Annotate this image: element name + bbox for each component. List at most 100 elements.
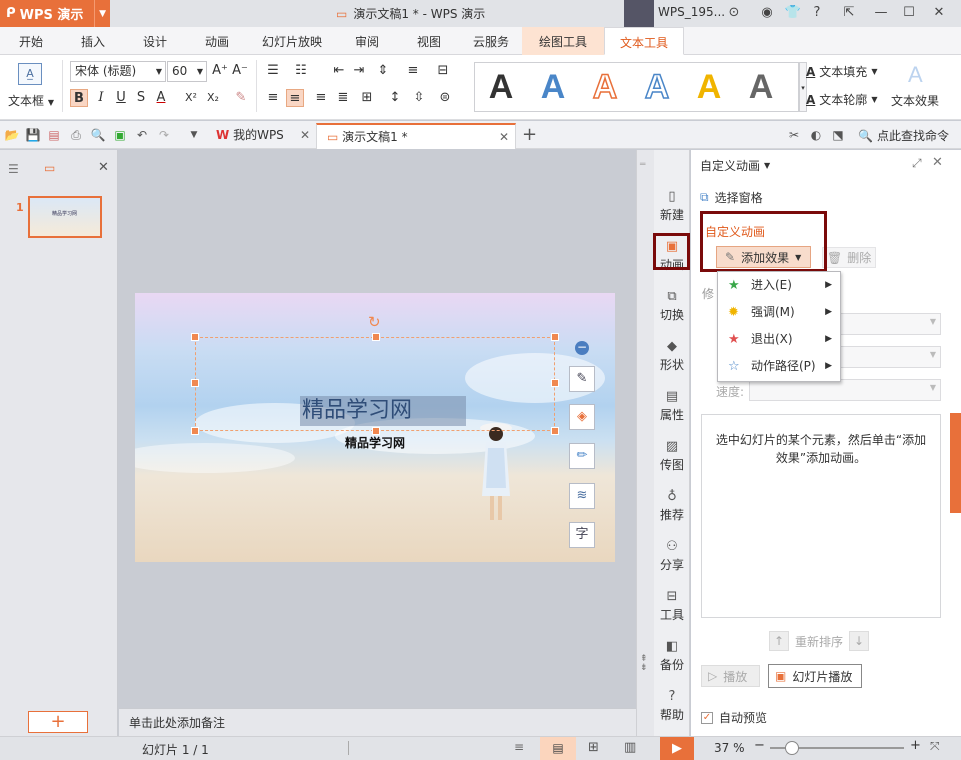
tool-icon-3[interactable]: ⬔ (830, 127, 846, 143)
notes-area[interactable]: 单击此处添加备注 (119, 708, 636, 736)
redo-icon[interactable]: ↷ (156, 127, 172, 143)
text-style-1[interactable]: A (481, 65, 521, 109)
slide-subtitle-text[interactable]: 精品学习网 (345, 434, 405, 451)
move-up-icon[interactable]: ↑ (769, 631, 789, 651)
line-spacing-icon[interactable]: ↕ (386, 89, 404, 107)
speed-select[interactable]: ▼ (749, 379, 941, 401)
paragraph-spacing-icon[interactable]: ⇳ (410, 89, 428, 107)
outline-icon[interactable]: ✏ (569, 443, 595, 469)
task-share[interactable]: ⚇ 分享 (654, 538, 690, 573)
shrink-font-icon[interactable]: A⁻ (231, 62, 249, 80)
close-tab-icon[interactable]: ✕ (499, 125, 509, 149)
new-tab-button[interactable]: + (522, 124, 537, 145)
task-properties[interactable]: ▤ 属性 (654, 388, 690, 423)
tool-icon-1[interactable]: ✂ (786, 127, 802, 143)
tab-slideshow[interactable]: 幻灯片放映 (256, 27, 328, 55)
notes-toggle-icon[interactable]: ≡ (514, 740, 524, 754)
tab-design[interactable]: 设计 (132, 27, 178, 55)
menu-entrance[interactable]: ★ 进入(E) ▶ (718, 272, 840, 299)
clear-format-icon[interactable]: ✎ (232, 89, 250, 107)
tab-review[interactable]: 审阅 (344, 27, 390, 55)
slides-view-icon[interactable]: ▭ (44, 161, 55, 175)
preview-icon[interactable]: 🔍 (90, 127, 106, 143)
minimize-icon[interactable]: — (872, 4, 890, 22)
animation-list[interactable]: 选中幻灯片的某个元素，然后单击“添加效果”添加动画。 (701, 414, 941, 618)
align-right-icon[interactable]: ≡ (312, 89, 330, 107)
task-transition[interactable]: ⧉ 切换 (654, 288, 690, 323)
doc-tab-presentation[interactable]: ▭ 演示文稿1 * ✕ (316, 123, 516, 149)
close-pane-icon[interactable]: ✕ (98, 160, 109, 175)
layers-icon[interactable]: ≋ (569, 483, 595, 509)
task-recommend[interactable]: ♁ 推荐 (654, 488, 690, 523)
normal-view-icon[interactable]: ▤ (540, 737, 576, 760)
slide-title-text[interactable]: 精品学习网 (300, 396, 466, 426)
align-text-icon[interactable]: ≡ (404, 62, 422, 80)
task-new[interactable]: ▯ 新建 (654, 188, 690, 223)
scroll-arrows-icon[interactable]: ⇞ ⇟ (640, 655, 648, 673)
task-upload-image[interactable]: ▨ 传图 (654, 438, 690, 473)
tab-cloud[interactable]: 云服务 (466, 27, 516, 55)
add-slide-button[interactable]: + (28, 711, 88, 733)
align-center-icon[interactable]: ≡ (286, 89, 304, 107)
grow-font-icon[interactable]: A⁺ (211, 62, 229, 80)
italic-button[interactable]: I (92, 89, 110, 107)
underline-button[interactable]: U (112, 89, 130, 107)
reading-view-icon[interactable]: ▥ (624, 740, 636, 755)
font-color-button[interactable]: A (152, 89, 170, 107)
subscript-button[interactable]: X₂ (204, 89, 222, 107)
open-icon[interactable]: 📂 (4, 127, 20, 143)
save-icon[interactable]: 💾 (25, 127, 41, 143)
strikethrough-button[interactable]: S (132, 89, 150, 107)
auto-preview-checkbox[interactable]: ✓ 自动预览 (701, 709, 767, 726)
user-name[interactable]: WPS_195... (658, 5, 725, 19)
paragraph-settings-icon[interactable]: ⊜ (436, 89, 454, 107)
slide-thumbnail[interactable]: 精品学习网 (28, 196, 102, 238)
numbering-icon[interactable]: ☷ (292, 62, 310, 80)
tab-view[interactable]: 视图 (406, 27, 452, 55)
edit-shape-icon[interactable]: ✎ (569, 366, 595, 392)
picture-icon[interactable]: ▣ (112, 127, 128, 143)
text-format-icon[interactable]: 字 (569, 522, 595, 548)
undock-icon[interactable]: ⤢ (912, 156, 922, 171)
align-left-icon[interactable]: ≡ (264, 89, 282, 107)
text-outline-button[interactable]: A 文本轮廓 ▼ (806, 91, 877, 108)
text-effect-icon[interactable]: A (908, 62, 923, 88)
fill-icon[interactable]: ◈ (569, 404, 595, 430)
task-shape[interactable]: ◆ 形状 (654, 338, 690, 373)
fullscreen-icon[interactable]: ⇱ (840, 4, 858, 22)
skin-icon[interactable]: ◉ (758, 4, 776, 22)
textbox-button[interactable]: 文本框 ▼ (8, 92, 54, 109)
distribute-icon[interactable]: ⊞ (358, 89, 376, 107)
close-tab-icon[interactable]: ✕ (300, 123, 310, 147)
fit-window-icon[interactable]: ⤧ (930, 739, 940, 754)
task-backup[interactable]: ◧ 备份 (654, 638, 690, 673)
wps-app-menu-button[interactable]: ᑭ WPS 演示 ▼ (0, 0, 110, 27)
font-name-select[interactable]: 宋体 (标题) ▼ (70, 61, 166, 82)
help-icon[interactable]: ? (808, 4, 826, 22)
task-tools[interactable]: ⊟ 工具 (654, 588, 690, 623)
text-fill-button[interactable]: A 文本填充 ▼ (806, 63, 877, 80)
tool-icon-2[interactable]: ◐ (808, 127, 824, 143)
zoom-slider-thumb[interactable] (785, 741, 799, 755)
splitter-strip[interactable] (636, 150, 654, 736)
tab-home[interactable]: 开始 (8, 27, 54, 55)
slideshow-button[interactable]: ▣ 幻灯片播放 (768, 664, 862, 688)
text-effect-button[interactable]: 文本效果 (891, 92, 939, 109)
bullets-icon[interactable]: ☰ (264, 62, 282, 80)
decrease-indent-icon[interactable]: ⇤ (330, 62, 348, 80)
tab-text-tools[interactable]: 文本工具 (604, 27, 684, 55)
rotate-handle-icon[interactable]: ↻ (368, 313, 381, 331)
text-style-4[interactable]: A (637, 65, 677, 109)
font-size-select[interactable]: 60 ▼ (167, 61, 207, 82)
task-help[interactable]: ? 帮助 (654, 688, 690, 723)
justify-icon[interactable]: ≣ (334, 89, 352, 107)
textbox-icon[interactable]: A̲ (18, 63, 42, 85)
tab-animation[interactable]: 动画 (194, 27, 240, 55)
print-icon[interactable]: ⎙ (68, 127, 84, 143)
avatar[interactable] (624, 0, 654, 27)
text-style-6[interactable]: A (741, 65, 781, 109)
pane-title[interactable]: 自定义动画 ▼ (700, 157, 770, 174)
close-icon[interactable]: ✕ (930, 4, 948, 22)
maximize-icon[interactable]: ☐ (900, 4, 918, 22)
play-button[interactable]: ▷ 播放 (701, 665, 760, 687)
